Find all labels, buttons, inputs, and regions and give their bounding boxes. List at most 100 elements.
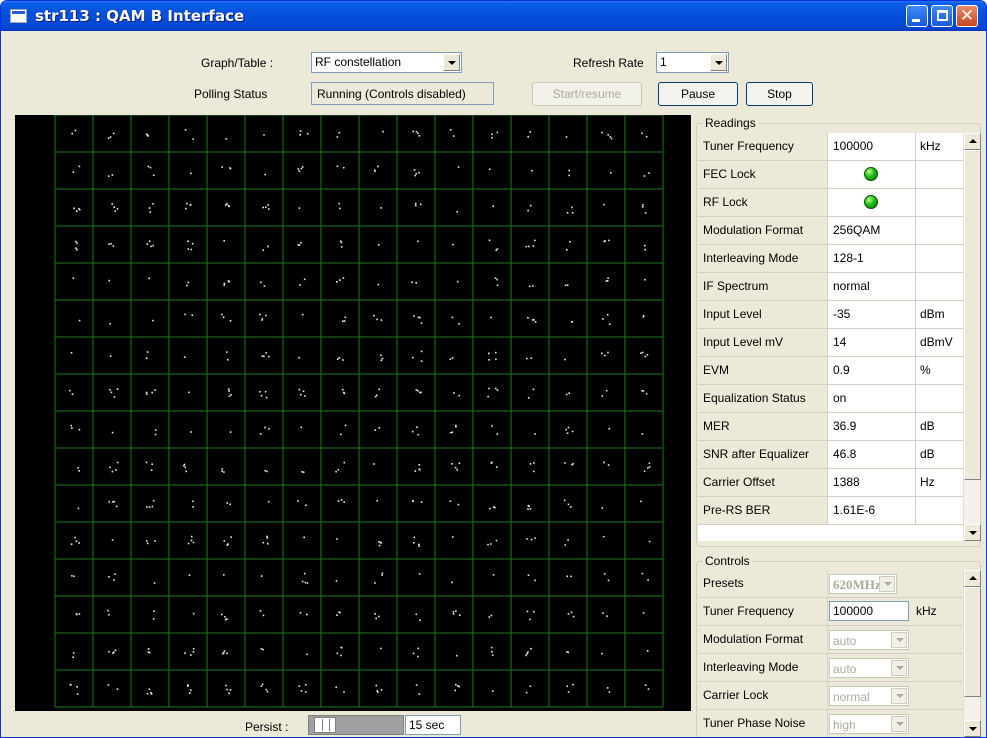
stop-button[interactable]: Stop bbox=[746, 82, 813, 106]
constellation-point bbox=[224, 204, 227, 206]
reading-unit: dBm bbox=[916, 301, 963, 328]
persist-value: 15 sec bbox=[405, 715, 461, 735]
scroll-up-icon[interactable] bbox=[964, 133, 981, 150]
reading-unit: dB bbox=[916, 413, 963, 440]
constellation-point bbox=[457, 503, 460, 506]
graph-table-select[interactable]: RF constellation bbox=[311, 52, 462, 73]
scroll-down-icon[interactable] bbox=[964, 720, 981, 737]
constellation-point bbox=[488, 387, 490, 390]
constellation-point bbox=[302, 471, 305, 473]
constellation-point bbox=[262, 541, 265, 544]
constellation-point bbox=[113, 396, 116, 398]
start-resume-button[interactable]: Start/resume bbox=[532, 82, 642, 106]
scroll-down-icon[interactable] bbox=[964, 524, 981, 541]
constellation-point bbox=[373, 314, 375, 317]
constellation-point bbox=[568, 392, 570, 394]
constellation-point bbox=[266, 690, 269, 693]
constellation-point bbox=[382, 130, 384, 133]
constellation-point bbox=[226, 502, 228, 504]
constellation-point bbox=[458, 394, 460, 397]
constellation-point bbox=[188, 574, 191, 576]
control-select[interactable]: normal bbox=[829, 686, 909, 706]
constellation-point bbox=[152, 203, 154, 205]
constellation-point bbox=[455, 610, 457, 612]
constellation-point bbox=[603, 573, 606, 575]
constellation-point bbox=[338, 611, 340, 613]
chevron-down-icon[interactable] bbox=[891, 660, 907, 676]
constellation-point bbox=[644, 248, 646, 251]
reading-name: Input Level mV bbox=[698, 329, 828, 356]
constellation-point bbox=[107, 137, 110, 139]
scroll-thumb[interactable] bbox=[964, 587, 981, 697]
slider-thumb[interactable] bbox=[314, 717, 336, 733]
tuner-frequency-input[interactable]: 100000 bbox=[829, 601, 909, 621]
constellation-point bbox=[304, 395, 306, 397]
minimize-button[interactable] bbox=[906, 5, 928, 27]
constellation-point bbox=[146, 506, 148, 508]
constellation-point bbox=[148, 277, 150, 280]
constellation-point bbox=[532, 388, 535, 391]
constellation-point bbox=[260, 575, 263, 577]
constellation-point bbox=[567, 651, 570, 654]
constellation-point bbox=[300, 241, 302, 244]
constellation-point bbox=[148, 207, 151, 209]
constellation-point bbox=[533, 462, 535, 464]
constellation-point bbox=[487, 543, 489, 546]
close-button[interactable]: ✕ bbox=[956, 5, 978, 27]
constellation-point bbox=[567, 691, 570, 693]
refresh-rate-select[interactable]: 1 bbox=[656, 52, 729, 73]
chevron-down-icon[interactable] bbox=[891, 716, 907, 732]
constellation-point bbox=[261, 683, 264, 686]
constellation-point bbox=[454, 466, 457, 469]
constellation-point bbox=[418, 171, 420, 174]
constellation-point bbox=[263, 285, 266, 287]
constellation-point bbox=[375, 684, 378, 687]
chevron-down-icon[interactable] bbox=[891, 688, 907, 704]
constellation-point bbox=[605, 280, 608, 282]
reading-row: MER 36.9 dB bbox=[698, 413, 963, 441]
control-select[interactable]: auto bbox=[829, 658, 909, 678]
constellation-point bbox=[495, 466, 498, 468]
constellation-point bbox=[566, 651, 568, 653]
constellation-point bbox=[260, 685, 263, 687]
controls-scrollbar[interactable] bbox=[963, 570, 981, 737]
persist-slider[interactable] bbox=[308, 715, 404, 735]
constellation-point bbox=[644, 278, 646, 281]
chevron-down-icon[interactable] bbox=[443, 54, 460, 71]
constellation-point bbox=[146, 351, 149, 353]
constellation-point bbox=[494, 277, 497, 279]
constellation-point bbox=[412, 500, 414, 502]
scroll-thumb[interactable] bbox=[964, 150, 981, 480]
constellation-point bbox=[488, 239, 491, 242]
constellation-point bbox=[337, 469, 340, 471]
title-bar[interactable]: str113 : QAM B Interface ✕ bbox=[1, 1, 986, 31]
chevron-down-icon[interactable] bbox=[879, 576, 895, 592]
readings-scrollbar[interactable] bbox=[963, 133, 981, 541]
constellation-point bbox=[111, 431, 114, 434]
constellation-point bbox=[264, 173, 266, 176]
pause-button[interactable]: Pause bbox=[658, 82, 738, 106]
constellation-point bbox=[374, 582, 376, 584]
constellation-point bbox=[111, 539, 114, 541]
constellation-point bbox=[417, 390, 419, 392]
control-row: Tuner Frequency 100000 kHz bbox=[698, 598, 963, 626]
constellation-point bbox=[339, 279, 341, 281]
control-select[interactable]: high bbox=[829, 714, 909, 734]
constellation-point bbox=[449, 129, 452, 131]
chevron-down-icon[interactable] bbox=[891, 632, 907, 648]
constellation-point bbox=[152, 174, 155, 177]
maximize-button[interactable] bbox=[931, 5, 953, 27]
constellation-point bbox=[72, 656, 74, 658]
constellation-point bbox=[534, 321, 537, 323]
control-select[interactable]: 620MHz bbox=[829, 574, 897, 594]
constellation-point bbox=[527, 651, 529, 653]
constellation-point bbox=[152, 618, 155, 620]
constellation-point bbox=[341, 388, 344, 391]
constellation-point bbox=[608, 428, 611, 430]
chevron-down-icon[interactable] bbox=[710, 54, 727, 71]
scroll-up-icon[interactable] bbox=[964, 570, 981, 587]
control-select[interactable]: auto bbox=[829, 630, 909, 650]
reading-row: IF Spectrum normal bbox=[698, 273, 963, 301]
reading-name: FEC Lock bbox=[698, 161, 828, 188]
constellation-point bbox=[343, 691, 345, 693]
